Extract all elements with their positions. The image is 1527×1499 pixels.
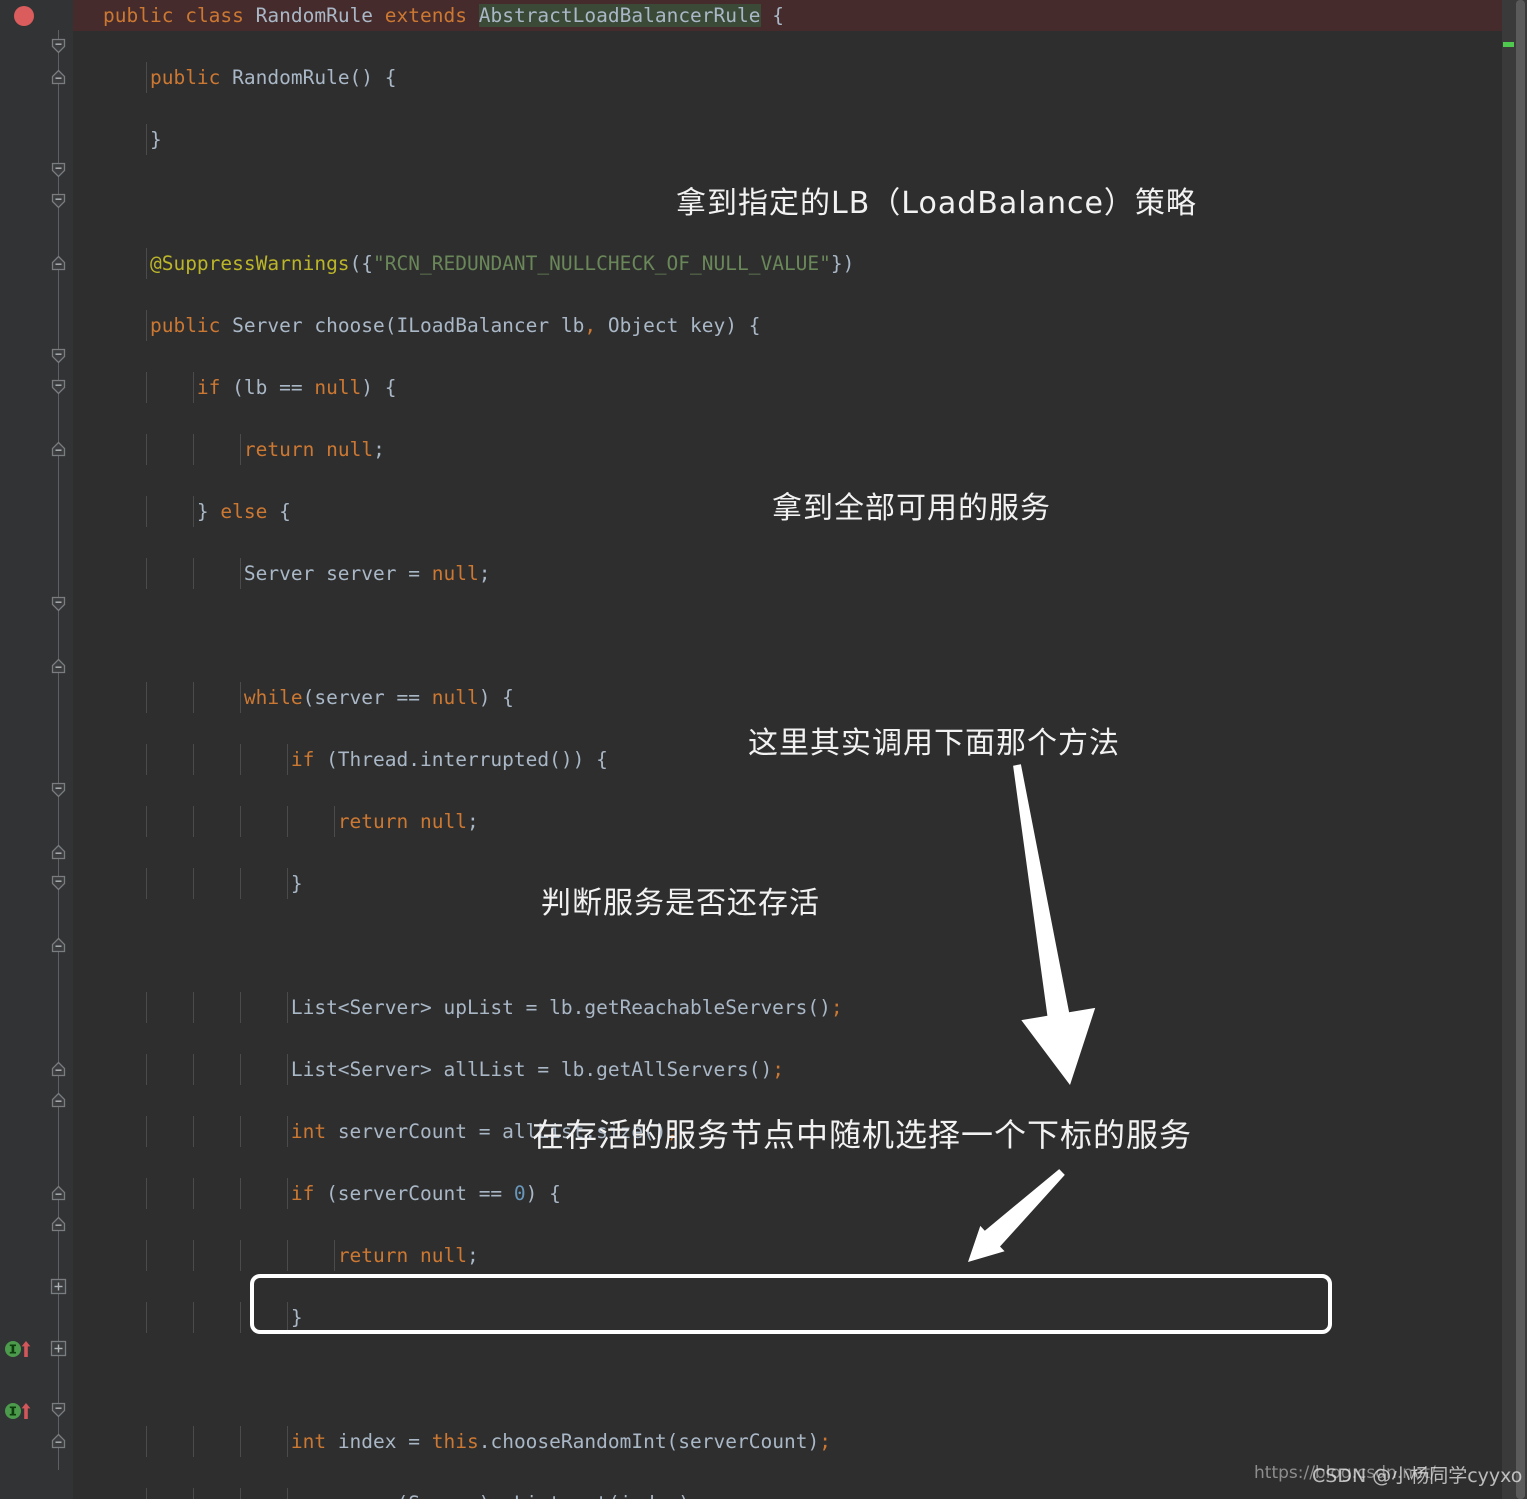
note-random-pick: 在存活的服务节点中随机选择一个下标的服务 xyxy=(532,1116,1193,1154)
note-lb-strategy: 拿到指定的LB（LoadBalance）策略 xyxy=(676,186,1197,221)
watermark-brand: CSDN @小杨同学cyyxo xyxy=(1312,1465,1523,1487)
ide-editor-screen: public class RandomRule extends Abstract… xyxy=(0,0,1527,1499)
note-all-services: 拿到全部可用的服务 xyxy=(772,491,1051,526)
annotation-layer: 拿到指定的LB（LoadBalance）策略拿到全部可用的服务这里其实调用下面那… xyxy=(0,0,1527,1499)
scrollbar-thumb[interactable] xyxy=(1516,0,1525,1499)
note-calls-below: 这里其实调用下面那个方法 xyxy=(748,726,1120,761)
scrollbar-change-marker xyxy=(1503,42,1514,47)
note-is-alive: 判断服务是否还存活 xyxy=(541,886,820,921)
editor-scrollbar[interactable] xyxy=(1502,0,1527,1499)
